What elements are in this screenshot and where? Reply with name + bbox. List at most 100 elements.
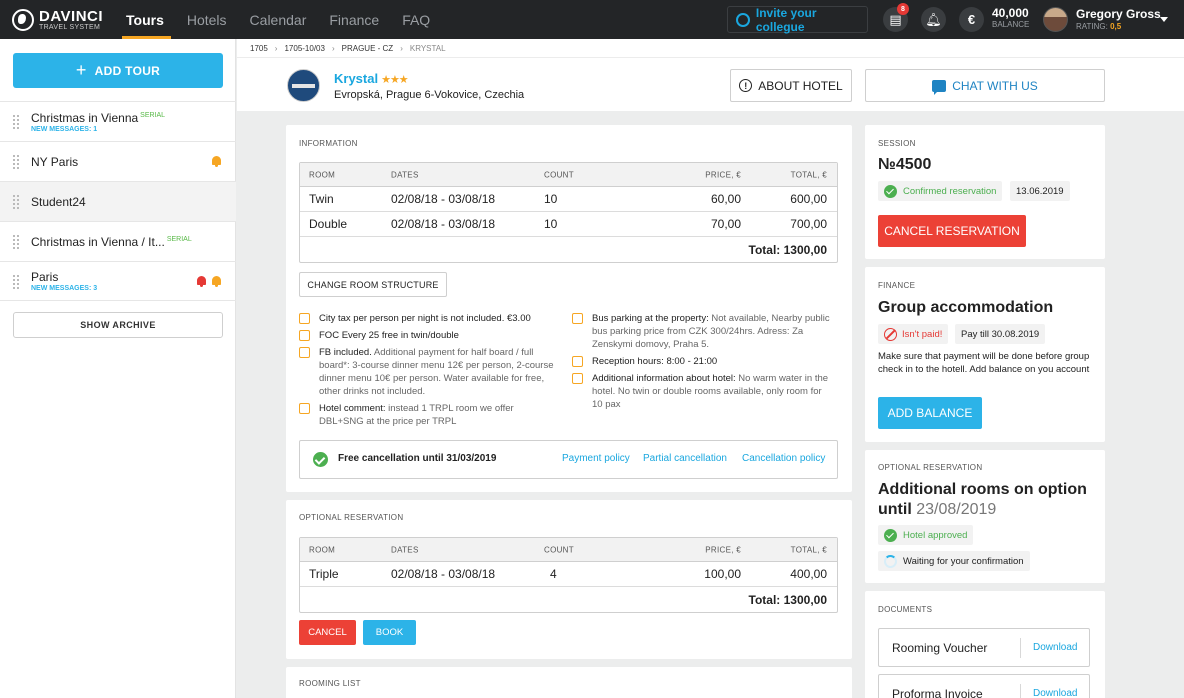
table-row: Double 02/08/18 - 03/08/18 10 70,00 700,… bbox=[300, 212, 837, 237]
cell-room: Double bbox=[309, 217, 348, 231]
cell-total: 400,00 bbox=[790, 567, 827, 581]
cancellation-policy-link[interactable]: Cancellation policy bbox=[742, 453, 825, 464]
cancel-reservation-button[interactable]: CANCEL RESERVATION bbox=[878, 215, 1026, 247]
finance-note: Make sure that payment will be done befo… bbox=[878, 351, 1090, 375]
table-row: Triple 02/08/18 - 03/08/18 4 100,00 400,… bbox=[300, 562, 837, 587]
nav-calendar[interactable]: Calendar bbox=[240, 0, 320, 39]
breadcrumb-item[interactable]: PRAGUE - CZ bbox=[342, 44, 394, 53]
status-badge: Confirmed reservation bbox=[878, 181, 1003, 201]
note-title: Reception hours: 8:00 - 21:00 bbox=[592, 356, 718, 367]
star-rating: ★★★ bbox=[381, 74, 409, 86]
col-price: PRICE, € bbox=[705, 545, 741, 554]
note-title: FOC Every 25 free in twin/double bbox=[319, 330, 459, 341]
download-link[interactable]: Download bbox=[1033, 688, 1077, 698]
show-archive-button[interactable]: SHOW ARCHIVE bbox=[13, 312, 223, 338]
breadcrumb-item[interactable]: 1705 bbox=[250, 44, 268, 53]
bell-icon[interactable] bbox=[196, 275, 207, 288]
tour-name-text: Christmas in Vienna / It... bbox=[31, 234, 165, 249]
messages-button[interactable]: ▤ 8 bbox=[883, 3, 909, 32]
bell-icon[interactable] bbox=[211, 275, 222, 288]
hotel-logo bbox=[287, 69, 320, 102]
about-hotel-button[interactable]: ! ABOUT HOTEL bbox=[730, 69, 852, 102]
table-total: Total: 1300,00 bbox=[748, 592, 827, 607]
cancel-button[interactable]: CANCEL bbox=[299, 620, 356, 645]
waiting-text: Waiting for your confirmation bbox=[903, 555, 1024, 567]
plus-icon: + bbox=[75, 60, 87, 80]
tax-icon bbox=[299, 313, 310, 324]
sidebar-tour-item[interactable]: Christmas in Vienna SERIAL NEW MESSAGES: 1 bbox=[0, 101, 236, 141]
information-title: INFORMATION bbox=[299, 139, 358, 148]
book-button[interactable]: BOOK bbox=[363, 620, 416, 645]
sidebar-tour-item[interactable]: Paris NEW MESSAGES: 3 bbox=[0, 261, 236, 301]
session-number: №4500 bbox=[878, 156, 932, 173]
check-circle-icon bbox=[884, 528, 897, 542]
user-info[interactable]: Gregory Gross RATING: 0,5 bbox=[1076, 8, 1161, 31]
waiting-badge: Waiting for your confirmation bbox=[878, 551, 1030, 571]
finance-heading: Group accommodation bbox=[878, 299, 1054, 316]
comment-icon bbox=[299, 403, 310, 414]
info-note: Additional information about hotel: No w… bbox=[572, 372, 832, 411]
change-room-structure-button[interactable]: CHANGE ROOM STRUCTURE bbox=[299, 272, 447, 297]
chat-button[interactable]: CHAT WITH US bbox=[865, 69, 1105, 102]
free-cancellation-text: Free cancellation until 31/03/2019 bbox=[338, 453, 497, 464]
session-title: SESSION bbox=[878, 139, 916, 148]
drag-handle-icon[interactable] bbox=[12, 194, 20, 210]
avatar[interactable] bbox=[1043, 7, 1068, 32]
cell-count: 10 bbox=[544, 192, 558, 206]
partial-cancellation-link[interactable]: Partial cancellation bbox=[643, 453, 727, 464]
drag-handle-icon[interactable] bbox=[12, 114, 20, 130]
new-messages-count: NEW MESSAGES: 3 bbox=[31, 285, 98, 292]
download-link[interactable]: Download bbox=[1033, 642, 1077, 653]
drag-handle-icon[interactable] bbox=[12, 234, 20, 250]
chevron-right-icon: › bbox=[400, 43, 403, 53]
payment-policy-link[interactable]: Payment policy bbox=[562, 453, 630, 464]
nav-faq[interactable]: FAQ bbox=[392, 0, 443, 39]
col-room: ROOM bbox=[309, 170, 336, 179]
main-nav: Tours Hotels Calendar Finance FAQ bbox=[116, 0, 443, 39]
cell-total: 700,00 bbox=[790, 217, 827, 231]
notifications-button[interactable]: 🔔︎ bbox=[921, 7, 946, 32]
documents-card: DOCUMENTS Rooming Voucher Download Profo… bbox=[865, 591, 1105, 698]
info-icon bbox=[572, 373, 583, 384]
add-tour-button[interactable]: + ADD TOUR bbox=[13, 53, 223, 88]
sidebar-tour-item[interactable]: NY Paris bbox=[0, 141, 236, 181]
add-tour-label: ADD TOUR bbox=[94, 63, 161, 78]
finance-title: FINANCE bbox=[878, 281, 916, 290]
chevron-down-icon[interactable] bbox=[1160, 17, 1168, 22]
bell-icon[interactable] bbox=[211, 155, 222, 168]
optional-reservation-card: OPTIONAL RESERVATION ROOM DATES COUNT PR… bbox=[286, 500, 852, 659]
info-note: City tax per person per night is not inc… bbox=[299, 312, 554, 325]
col-total: TOTAL, € bbox=[790, 170, 827, 179]
breadcrumb-item[interactable]: 1705-10/03 bbox=[284, 44, 324, 53]
globe-icon bbox=[12, 8, 34, 31]
tour-name-text: Student24 bbox=[31, 194, 86, 209]
balance-value: 40,000 bbox=[992, 6, 1029, 20]
spinner-icon bbox=[884, 554, 897, 568]
hotel-address: Evropská, Prague 6-Vokovice, Czechia bbox=[334, 89, 525, 101]
logo[interactable]: DAVINCI TRAVEL SYSTEM bbox=[12, 7, 106, 31]
free-cancellation-box: Free cancellation until 31/03/2019 Payme… bbox=[299, 440, 838, 479]
col-count: COUNT bbox=[544, 170, 574, 179]
drag-handle-icon[interactable] bbox=[12, 154, 20, 170]
hotel-name[interactable]: Krystal bbox=[334, 71, 378, 86]
cell-price: 70,00 bbox=[710, 217, 741, 231]
add-balance-button[interactable]: ADD BALANCE bbox=[878, 397, 982, 429]
sidebar-tour-item[interactable]: Student24 bbox=[0, 181, 236, 221]
session-card: SESSION №4500 Confirmed reservation 13.0… bbox=[865, 125, 1105, 259]
optional-status-card: OPTIONAL RESERVATION Additional rooms on… bbox=[865, 450, 1105, 583]
hotel-approved-text: Hotel approved bbox=[903, 529, 968, 541]
table-header: ROOM DATES COUNT PRICE, € TOTAL, € bbox=[300, 163, 837, 187]
nav-hotels[interactable]: Hotels bbox=[177, 0, 240, 39]
cell-dates: 02/08/18 - 03/08/18 bbox=[391, 567, 496, 581]
sidebar-tour-item[interactable]: Christmas in Vienna / It... SERIAL bbox=[0, 221, 236, 261]
nav-tours[interactable]: Tours bbox=[116, 0, 177, 39]
nav-finance[interactable]: Finance bbox=[319, 0, 392, 39]
optional-status-title: OPTIONAL RESERVATION bbox=[878, 463, 983, 472]
cell-room: Triple bbox=[309, 567, 339, 581]
invite-colleague-button[interactable]: Invite your collegue bbox=[727, 6, 868, 34]
col-count: COUNT bbox=[544, 545, 574, 554]
hotel-name-row: Krystal ★★★ bbox=[334, 71, 409, 86]
drag-handle-icon[interactable] bbox=[12, 274, 20, 290]
logo-title: DAVINCI bbox=[39, 7, 104, 25]
optional-table: ROOM DATES COUNT PRICE, € TOTAL, € Tripl… bbox=[299, 537, 838, 613]
